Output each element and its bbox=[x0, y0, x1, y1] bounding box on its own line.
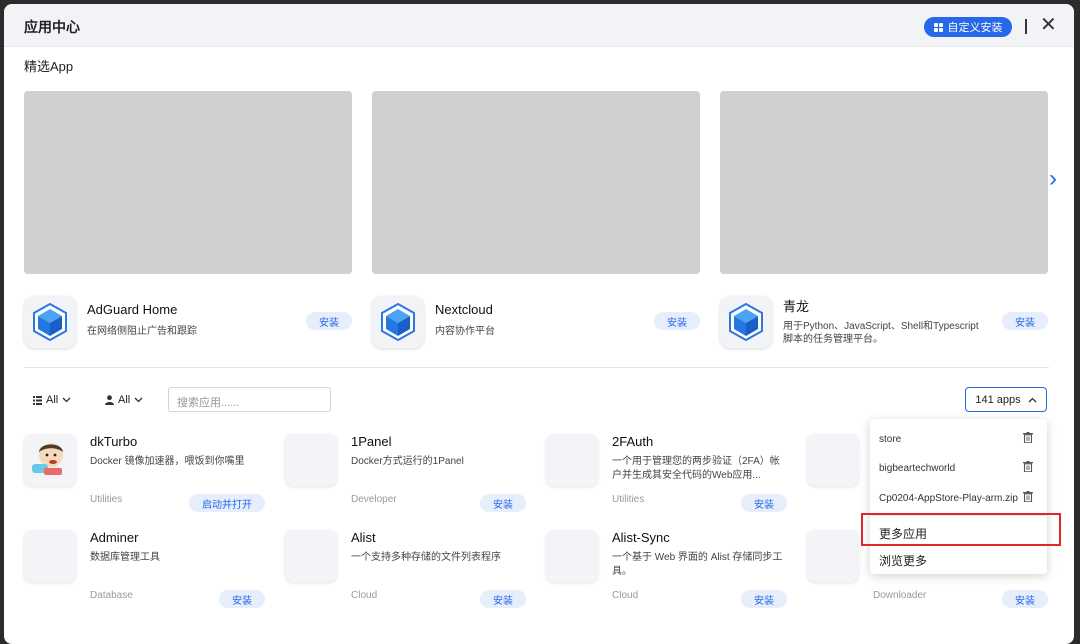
install-button[interactable]: 安装 bbox=[654, 312, 700, 330]
chevron-up-icon bbox=[1028, 397, 1037, 402]
featured-banner-2[interactable] bbox=[372, 91, 700, 274]
app-icon bbox=[24, 530, 76, 582]
featured-banner-1[interactable] bbox=[24, 91, 352, 274]
close-icon[interactable]: ✕ bbox=[1040, 15, 1057, 35]
user-filter-value: All bbox=[118, 394, 131, 406]
app-icon bbox=[807, 530, 859, 582]
app-icon bbox=[546, 434, 598, 486]
chevron-down-icon bbox=[134, 397, 143, 403]
app-icon bbox=[807, 434, 859, 486]
featured-app-name: 青龙 bbox=[783, 299, 810, 314]
app-icon bbox=[546, 530, 598, 582]
featured-app-desc: 用于Python、JavaScript、Shell和Typescript脚本的任… bbox=[783, 321, 979, 345]
title-separator bbox=[1025, 19, 1027, 34]
app-card[interactable]: Alist-Sync 一个基于 Web 界面的 Alist 存储同步工具。 Cl… bbox=[546, 530, 788, 620]
section-divider bbox=[24, 367, 1049, 368]
featured-app-card: 青龙 用于Python、JavaScript、Shell和Typescript脚… bbox=[720, 294, 1048, 349]
app-count-dropdown[interactable]: 141 apps bbox=[965, 387, 1047, 412]
app-name: Alist bbox=[351, 530, 376, 545]
featured-banner-3[interactable] bbox=[720, 91, 1048, 274]
app-name: Adminer bbox=[90, 530, 139, 545]
custom-install-label: 自定义安装 bbox=[947, 22, 1003, 34]
app-category: Developer bbox=[351, 494, 397, 505]
featured-app-name: Nextcloud bbox=[435, 302, 493, 317]
app-center-window: 应用中心 自定义安装 ✕ 精选App › AdGuard Home 在网络侧阻止… bbox=[4, 4, 1074, 644]
cube-app-icon bbox=[24, 296, 76, 348]
app-icon bbox=[285, 434, 337, 486]
app-category: Database bbox=[90, 590, 133, 601]
cube-app-icon bbox=[720, 296, 772, 348]
source-item-store[interactable]: store bbox=[879, 434, 901, 445]
app-desc: 一个用于管理您的两步验证（2FA）帐户并生成其安全代码的Web应用... bbox=[612, 456, 780, 481]
app-name: dkTurbo bbox=[90, 434, 138, 449]
search-input[interactable]: 搜索应用...... bbox=[168, 387, 331, 412]
app-desc: 数据库管理工具 bbox=[90, 552, 160, 563]
grid-icon bbox=[933, 22, 943, 32]
app-desc: 一个支持多种存储的文件列表程序 bbox=[351, 552, 501, 563]
trash-icon[interactable] bbox=[1023, 461, 1033, 472]
source-dropdown-menu: store bigbeartechworld Cp0204-AppStore-P… bbox=[870, 419, 1047, 574]
install-button[interactable]: 安装 bbox=[480, 590, 526, 608]
cube-app-icon bbox=[372, 296, 424, 348]
trash-icon[interactable] bbox=[1023, 432, 1033, 443]
install-button[interactable]: 安装 bbox=[1002, 590, 1048, 608]
chevron-down-icon bbox=[62, 397, 71, 403]
featured-app-desc: 在网络侧阻止广告和跟踪 bbox=[87, 326, 197, 337]
browse-more-item[interactable]: 浏览更多 bbox=[879, 552, 927, 569]
trash-icon[interactable] bbox=[1023, 491, 1033, 502]
app-icon bbox=[285, 530, 337, 582]
app-card[interactable]: dkTurbo Docker 镜像加速器，喂饭到你嘴里 Utilities 启动… bbox=[24, 434, 266, 524]
window-title: 应用中心 bbox=[24, 19, 80, 35]
install-button[interactable]: 安装 bbox=[1002, 312, 1048, 330]
carousel-next-icon[interactable]: › bbox=[1049, 167, 1057, 191]
app-category: Cloud bbox=[351, 590, 378, 601]
source-item-zip[interactable]: Cp0204-AppStore-Play-arm.zip bbox=[879, 493, 1018, 504]
install-button[interactable]: 安装 bbox=[480, 494, 526, 512]
app-card[interactable]: Adminer 数据库管理工具 Database 安装 bbox=[24, 530, 266, 620]
featured-app-card: Nextcloud 内容协作平台 安装 bbox=[372, 294, 700, 349]
launch-open-button[interactable]: 启动并打开 bbox=[189, 494, 265, 512]
install-button[interactable]: 安装 bbox=[741, 590, 787, 608]
install-button[interactable]: 安装 bbox=[306, 312, 352, 330]
app-category: Cloud bbox=[612, 590, 639, 601]
app-desc: 一个基于 Web 界面的 Alist 存储同步工具。 bbox=[612, 552, 783, 577]
app-name: 1Panel bbox=[351, 434, 392, 449]
app-desc: Docker方式运行的1Panel bbox=[351, 456, 464, 467]
category-filter-value: All bbox=[46, 394, 59, 406]
app-mascot-icon bbox=[24, 434, 76, 486]
featured-app-name: AdGuard Home bbox=[87, 302, 178, 317]
app-card[interactable]: 1Panel Docker方式运行的1Panel Developer 安装 bbox=[285, 434, 527, 524]
app-card[interactable]: Alist 一个支持多种存储的文件列表程序 Cloud 安装 bbox=[285, 530, 527, 620]
list-filter-icon bbox=[33, 395, 42, 405]
user-filter[interactable]: All bbox=[105, 394, 143, 406]
category-filter[interactable]: All bbox=[33, 394, 71, 406]
title-bar: 应用中心 自定义安装 ✕ bbox=[4, 4, 1074, 47]
app-category: Utilities bbox=[612, 494, 645, 505]
highlight-box bbox=[861, 513, 1061, 546]
install-button[interactable]: 安装 bbox=[219, 590, 265, 608]
app-card[interactable]: 2FAuth 一个用于管理您的两步验证（2FA）帐户并生成其安全代码的Web应用… bbox=[546, 434, 788, 524]
featured-app-desc: 内容协作平台 bbox=[435, 326, 495, 337]
source-item-bigbeartechworld[interactable]: bigbeartechworld bbox=[879, 463, 955, 474]
install-button[interactable]: 安装 bbox=[741, 494, 787, 512]
app-category: Utilities bbox=[90, 494, 123, 505]
custom-install-button[interactable]: 自定义安装 bbox=[924, 17, 1012, 37]
user-icon bbox=[105, 395, 114, 405]
featured-app-card: AdGuard Home 在网络侧阻止广告和跟踪 安装 bbox=[24, 294, 352, 349]
app-desc: Docker 镜像加速器，喂饭到你嘴里 bbox=[90, 456, 245, 467]
featured-section-title: 精选App bbox=[24, 59, 74, 74]
app-category: Downloader bbox=[873, 590, 927, 601]
app-card[interactable] bbox=[807, 434, 867, 524]
app-name: 2FAuth bbox=[612, 434, 654, 449]
app-count-label: 141 apps bbox=[975, 393, 1021, 406]
app-name: Alist-Sync bbox=[612, 530, 670, 545]
